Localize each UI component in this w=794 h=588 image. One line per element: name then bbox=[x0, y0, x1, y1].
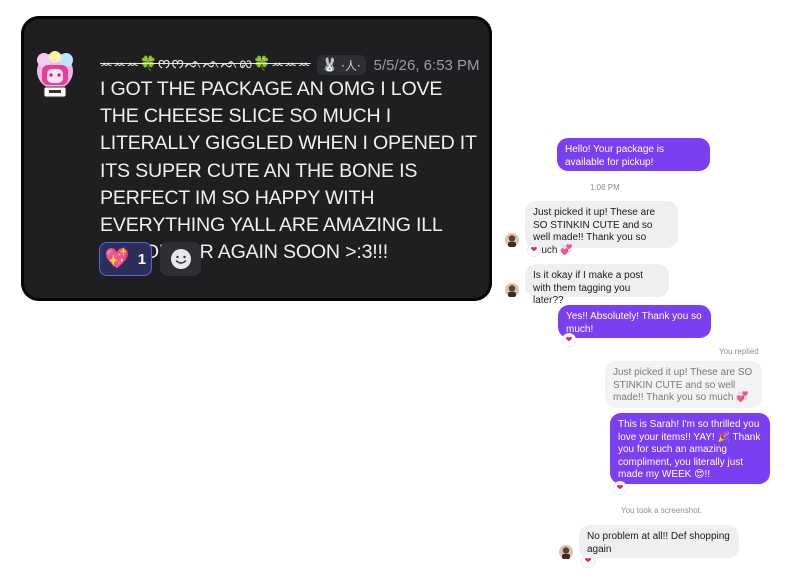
contact-avatar[interactable] bbox=[505, 233, 519, 247]
username[interactable]: ꕀꕀꕀ🍀ᰔᰔᨒᨒᨒ᪙🍀ꕀꕀꕀ bbox=[100, 54, 311, 76]
anime-avatar-icon bbox=[37, 51, 73, 98]
reaction-sparkling-heart[interactable]: 💖 1 bbox=[99, 242, 152, 276]
sparkling-heart-icon: 💖 bbox=[104, 248, 130, 270]
reaction-count: 1 bbox=[137, 250, 147, 268]
heart-reaction-icon[interactable]: ❤ bbox=[582, 555, 594, 567]
heart-reaction-icon[interactable]: ❤ bbox=[528, 244, 540, 256]
user-avatar[interactable] bbox=[30, 51, 80, 101]
outgoing-message[interactable]: Hello! Your package is available for pic… bbox=[557, 138, 710, 171]
incoming-message[interactable]: Is it okay if I make a post with them ta… bbox=[525, 264, 669, 306]
incoming-message[interactable]: Just picked it up! These are SO STINKIN … bbox=[525, 201, 678, 256]
contact-avatar-icon bbox=[505, 283, 519, 297]
role-text: ·人· bbox=[341, 58, 361, 73]
contact-avatar[interactable] bbox=[505, 283, 519, 297]
outgoing-message[interactable]: Yes!! Absolutely! Thank you so much! bbox=[558, 305, 711, 338]
add-reaction-button[interactable] bbox=[160, 242, 201, 276]
message-timestamp: 5/5/26, 6:53 PM bbox=[373, 56, 480, 74]
screenshot-notice: You took a screenshot. bbox=[621, 506, 703, 515]
contact-avatar-icon bbox=[559, 545, 573, 559]
message-body: I GOT THE PACKAGE AN OMG I LOVE THE CHEE… bbox=[100, 78, 477, 264]
role-tag[interactable]: 🐰 ·人· bbox=[316, 55, 366, 75]
message-header: ꕀꕀꕀ🍀ᰔᰔᨒᨒᨒ᪙🍀ꕀꕀꕀ 🐰 ·人· 5/5/26, 6:53 PM bbox=[100, 55, 480, 75]
contact-avatar-icon bbox=[505, 233, 519, 247]
replied-label: You replied bbox=[719, 347, 759, 356]
heart-reaction-icon[interactable]: ❤ bbox=[563, 334, 575, 346]
heart-reaction-icon[interactable]: ❤ bbox=[614, 482, 626, 494]
contact-avatar[interactable] bbox=[559, 545, 573, 559]
outgoing-reply-message[interactable]: This is Sarah! I'm so thrilled you love … bbox=[610, 413, 770, 484]
bunny-icon: 🐰 bbox=[321, 57, 338, 72]
incoming-message[interactable]: No problem at all!! Def shopping again bbox=[579, 525, 739, 558]
quoted-message[interactable]: Just picked it up! These are SO STINKIN … bbox=[605, 361, 762, 408]
message-time: 1:08 PM bbox=[590, 183, 620, 192]
smiley-face-icon bbox=[170, 249, 191, 269]
